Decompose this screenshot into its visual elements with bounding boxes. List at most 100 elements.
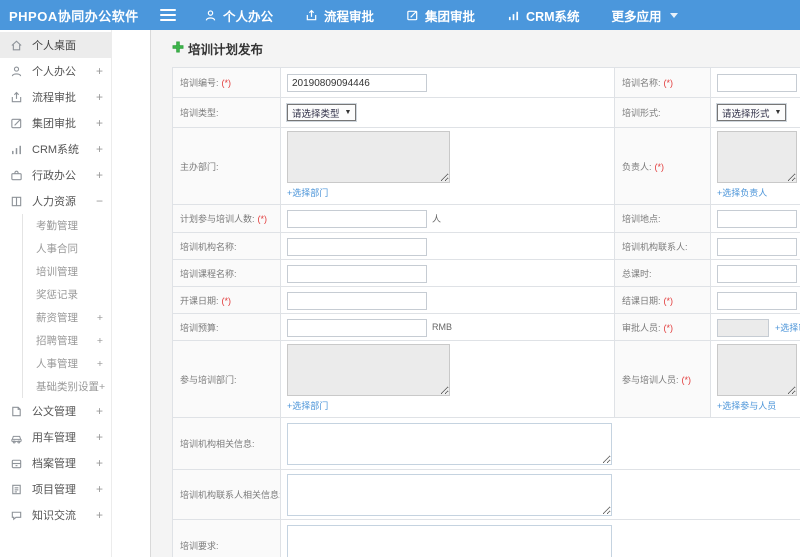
nav-personal-office[interactable]: 个人办公 (204, 6, 273, 25)
home-icon (10, 39, 25, 52)
field-label: 培训编号: (180, 78, 219, 88)
training-number-input[interactable] (287, 74, 427, 93)
plus-icon (172, 41, 184, 56)
expand-icon[interactable]: + (96, 482, 103, 496)
expand-icon[interactable]: + (96, 430, 103, 444)
book-icon (10, 195, 25, 208)
menu-toggle-icon[interactable] (160, 6, 176, 24)
table-row: 参与培训部门: +选择部门 参与培训人员: (*) +选择参与人员 (172, 340, 800, 418)
select-department-link[interactable]: +选择部门 (287, 399, 328, 412)
sidebar-subitem-attendance[interactable]: 考勤管理 (23, 214, 111, 237)
expand-icon[interactable]: + (96, 168, 103, 182)
table-row: 培训类型: 请选择类型 ▼ 培训形式: 请选择形式 ▼ (172, 97, 800, 128)
participating-departments-textarea[interactable] (287, 344, 450, 396)
select-responsible-link[interactable]: +选择负责人 (717, 186, 767, 199)
expand-icon[interactable]: + (96, 90, 103, 104)
institution-info-textarea[interactable] (287, 422, 612, 465)
user-icon (204, 9, 217, 22)
table-row: 培训机构名称: 培训机构联系人: (172, 232, 800, 260)
caret-down-icon (669, 12, 678, 18)
sidebar-item-desktop[interactable]: 个人桌面 (0, 32, 111, 58)
field-label: 培训机构相关信息: (180, 439, 255, 449)
unit-suffix: 人 (432, 213, 442, 224)
expand-icon[interactable]: + (97, 358, 103, 370)
sidebar-subitem-training[interactable]: 培训管理 (23, 260, 111, 283)
sidebar-subitem-salary[interactable]: 薪资管理 + (23, 306, 111, 329)
expand-icon[interactable]: + (97, 312, 103, 324)
nav-more-apps[interactable]: 更多应用 (612, 6, 678, 25)
expand-icon[interactable]: + (99, 381, 105, 393)
sidebar-item-projects[interactable]: 项目管理 + (0, 476, 111, 502)
chat-icon (10, 509, 25, 522)
table-row: 培训要求: (172, 519, 800, 557)
expand-icon[interactable]: + (96, 508, 103, 522)
edit-icon (406, 9, 419, 22)
select-arrow-icon: ▼ (774, 109, 782, 116)
sidebar-item-group-approval[interactable]: 集团审批 + (0, 110, 111, 136)
responsible-person-textarea[interactable] (717, 131, 797, 183)
field-label: 培训类型: (180, 108, 219, 118)
sidebar-item-workflow-approval[interactable]: 流程审批 + (0, 84, 111, 110)
expand-icon[interactable]: + (96, 64, 103, 78)
sidebar-subitem-rewards[interactable]: 奖惩记录 (23, 283, 111, 306)
app-logo: PHPOA协同办公软件 (9, 8, 139, 24)
sidebar: 个人桌面 个人办公 + 流程审批 + 集团审批 + CRM系统 + 行政办公 +… (0, 30, 151, 557)
expand-icon[interactable]: + (97, 335, 103, 347)
sidebar-item-documents[interactable]: 公文管理 + (0, 398, 111, 424)
sidebar-item-vehicle[interactable]: 用车管理 + (0, 424, 111, 450)
field-label: 培训预算: (180, 322, 219, 333)
participating-people-textarea[interactable] (717, 344, 797, 396)
select-arrow-icon: ▼ (344, 109, 352, 116)
required-mark: (*) (221, 295, 232, 306)
approver-input[interactable] (717, 318, 769, 337)
host-department-textarea[interactable] (287, 131, 450, 183)
sidebar-item-knowledge[interactable]: 知识交流 + (0, 502, 111, 528)
table-row: 培训课程名称: 总课时: (172, 259, 800, 287)
course-name-input[interactable] (287, 264, 427, 283)
budget-input[interactable] (287, 318, 427, 337)
training-type-select[interactable]: 请选择类型 ▼ (287, 104, 357, 121)
nav-workflow-approval[interactable]: 流程审批 (305, 6, 374, 25)
collapse-icon[interactable]: − (96, 194, 103, 208)
sidebar-subitem-recruit[interactable]: 招聘管理 + (23, 329, 111, 352)
sidebar-item-crm[interactable]: CRM系统 + (0, 136, 111, 162)
workflow-icon (10, 91, 25, 104)
sidebar-item-admin-office[interactable]: 行政办公 + (0, 162, 111, 188)
planned-participants-input[interactable] (287, 210, 427, 229)
field-label: 参与培训部门: (180, 374, 237, 385)
nav-crm-system[interactable]: CRM系统 (507, 6, 580, 25)
table-row: 培训机构联系人相关信息: (172, 469, 800, 520)
select-department-link[interactable]: +选择部门 (287, 186, 328, 199)
top-bar: PHPOA协同办公软件 个人办公 流程审批 集团审批 CRM系统 更多应用 (0, 0, 800, 30)
expand-icon[interactable]: + (96, 404, 103, 418)
field-label: 计划参与培训人数: (180, 214, 255, 224)
training-name-input[interactable] (717, 74, 797, 93)
sidebar-subitem-base-category[interactable]: 基础类别设置 + (23, 375, 111, 398)
select-approver-link[interactable]: +选择审批人员 (775, 321, 800, 334)
training-requirements-textarea[interactable] (287, 524, 612, 557)
institution-contact-info-textarea[interactable] (287, 473, 612, 516)
nav-group-approval[interactable]: 集团审批 (406, 6, 475, 25)
sidebar-subitem-hr-contract[interactable]: 人事合同 (23, 237, 111, 260)
sidebar-subitem-personnel[interactable]: 人事管理 + (23, 352, 111, 375)
expand-icon[interactable]: + (96, 116, 103, 130)
training-form-select[interactable]: 请选择形式 ▼ (717, 104, 787, 121)
field-label: 培训地点: (622, 214, 661, 224)
required-mark: (*) (663, 322, 674, 333)
sidebar-item-archives[interactable]: 档案管理 + (0, 450, 111, 476)
institution-contact-input[interactable] (717, 237, 797, 256)
institution-name-input[interactable] (287, 237, 427, 256)
expand-icon[interactable]: + (96, 142, 103, 156)
field-label: 审批人员: (622, 322, 661, 333)
expand-icon[interactable]: + (96, 456, 103, 470)
chart-icon (10, 143, 25, 156)
start-date-input[interactable] (287, 291, 427, 310)
select-participants-link[interactable]: +选择参与人员 (717, 399, 776, 412)
field-label: 结课日期: (622, 295, 661, 306)
sidebar-item-hr[interactable]: 人力资源 − (0, 188, 111, 214)
field-label: 负责人: (622, 161, 652, 172)
total-hours-input[interactable] (717, 264, 797, 283)
end-date-input[interactable] (717, 291, 797, 310)
training-location-input[interactable] (717, 210, 797, 229)
sidebar-item-personal-office[interactable]: 个人办公 + (0, 58, 111, 84)
